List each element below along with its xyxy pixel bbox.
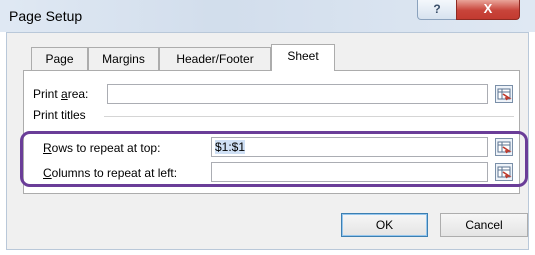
tab-sheet[interactable]: Sheet <box>271 44 335 71</box>
columns-to-repeat-input[interactable] <box>211 162 488 182</box>
ok-button[interactable]: OK <box>341 213 428 237</box>
help-button[interactable]: ? <box>417 0 457 20</box>
print-area-label: Print area: <box>33 87 89 101</box>
print-titles-label: Print titles <box>33 108 86 122</box>
tab-page[interactable]: Page <box>31 47 88 70</box>
columns-to-repeat-collapse-button[interactable] <box>495 163 513 181</box>
close-button[interactable]: X <box>456 0 520 20</box>
range-select-icon <box>497 141 512 154</box>
rows-to-repeat-label: Rows to repeat at top: <box>43 141 161 155</box>
rows-to-repeat-input[interactable]: $1:$1 <box>211 137 488 157</box>
print-titles-separator <box>104 116 514 117</box>
print-area-collapse-button[interactable] <box>495 85 513 103</box>
print-area-input[interactable] <box>107 84 488 104</box>
range-select-icon <box>497 88 512 101</box>
title-bar: Page Setup ? X <box>0 0 535 32</box>
rows-to-repeat-collapse-button[interactable] <box>495 138 513 156</box>
tab-header-footer[interactable]: Header/Footer <box>159 47 271 70</box>
window-title: Page Setup <box>9 8 83 24</box>
rows-to-repeat-value: $1:$1 <box>215 140 246 154</box>
tab-margins[interactable]: Margins <box>88 47 159 70</box>
cancel-button[interactable]: Cancel <box>440 213 528 237</box>
range-select-icon <box>497 166 512 179</box>
columns-to-repeat-label: Columns to repeat at left: <box>43 166 178 180</box>
